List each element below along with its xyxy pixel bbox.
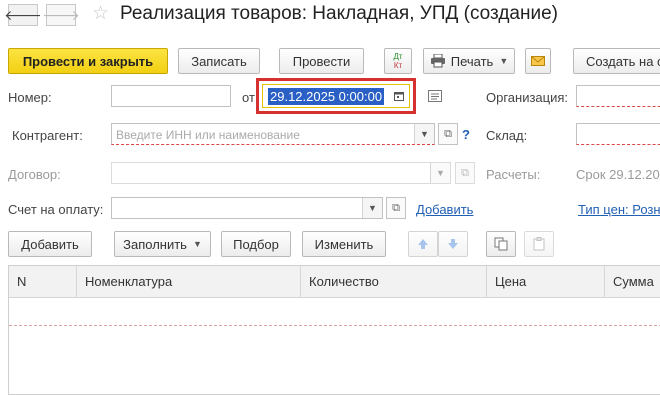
column-header-sum[interactable]: Сумма — [605, 266, 660, 298]
open-invoice-button[interactable]: ⧉ — [386, 197, 406, 219]
chevron-down-icon: ▼ — [192, 239, 202, 249]
paste-row-button[interactable] — [524, 231, 554, 257]
invoice-field[interactable]: ▼ — [111, 197, 383, 219]
contractor-field[interactable]: Введите ИНН или наименование ▼ — [111, 123, 435, 145]
open-contractor-button[interactable]: ⧉ — [438, 123, 458, 145]
move-up-button[interactable] — [408, 231, 438, 257]
post-label: Провести — [292, 53, 351, 69]
date-value: 29.12.2025 0:00:00 — [268, 88, 385, 105]
table-row[interactable] — [9, 325, 660, 326]
column-header-n[interactable]: N — [9, 266, 77, 298]
contractor-label: Контрагент: — [12, 128, 83, 143]
selection-button[interactable]: Подбор — [221, 231, 291, 257]
from-label: от — [242, 90, 255, 105]
organization-field[interactable] — [576, 85, 660, 107]
open-link-icon: ⧉ — [461, 166, 469, 179]
date-highlight: 29.12.2025 0:00:00 — [256, 78, 416, 114]
post-and-close-label: Провести и закрыть — [22, 53, 154, 69]
column-header-price[interactable]: Цена — [487, 266, 605, 298]
create-based-on-label: Создать на о — [586, 53, 660, 69]
organization-label: Организация: — [486, 90, 569, 105]
printer-icon — [430, 54, 445, 68]
forward-button[interactable]: 🡒 — [42, 4, 80, 26]
selection-label: Подбор — [233, 236, 279, 252]
number-field[interactable] — [111, 85, 231, 107]
settlements-value: Срок 29.12.20 — [576, 167, 660, 182]
change-label: Изменить — [314, 236, 374, 252]
post-button[interactable]: Провести — [279, 48, 364, 74]
number-label: Номер: — [8, 90, 52, 105]
dt-kt-icon-bottom: Кт — [393, 61, 403, 70]
page-title: Реализация товаров: Накладная, УПД (созд… — [120, 3, 558, 24]
save-label: Записать — [191, 53, 247, 69]
favorite-star-icon[interactable]: ☆ — [92, 2, 109, 25]
copy-icon — [494, 237, 508, 251]
arrow-down-icon — [448, 239, 458, 249]
open-link-icon: ⧉ — [444, 127, 452, 140]
paste-icon — [533, 237, 545, 251]
move-down-button[interactable] — [438, 231, 468, 257]
create-based-on-button[interactable]: Создать на о — [573, 48, 660, 74]
help-icon[interactable]: ? — [462, 127, 470, 142]
column-header-quantity[interactable]: Количество — [301, 266, 487, 298]
print-button[interactable]: Печать ▼ — [423, 48, 515, 74]
copy-row-button[interactable] — [486, 231, 516, 257]
contract-field[interactable]: ▼ — [111, 162, 451, 184]
post-and-close-button[interactable]: Провести и закрыть — [8, 48, 168, 74]
change-button[interactable]: Изменить — [302, 231, 386, 257]
warehouse-label: Склад: — [486, 128, 528, 143]
arrow-left-icon: 🡐 — [4, 6, 42, 23]
table-add-label: Добавить — [21, 236, 79, 252]
arrow-up-icon — [418, 239, 428, 249]
dt-kt-icon: Дт — [393, 52, 403, 61]
arrow-right-icon: 🡒 — [42, 6, 80, 23]
comment-icon[interactable] — [428, 90, 442, 105]
price-type-link[interactable]: Тип цен: Розн — [578, 202, 660, 217]
warehouse-field[interactable] — [576, 123, 660, 145]
back-button[interactable]: 🡐 — [4, 4, 42, 26]
invoice-add-link[interactable]: Добавить — [416, 202, 473, 217]
column-header-nomenclature[interactable]: Номенклатура — [77, 266, 301, 298]
fill-label: Заполнить — [123, 236, 187, 252]
email-button[interactable] — [525, 48, 551, 74]
contract-label: Договор: — [8, 167, 61, 182]
calendar-icon[interactable] — [391, 88, 407, 104]
save-button[interactable]: Записать — [178, 48, 260, 74]
envelope-icon — [531, 56, 545, 66]
chevron-down-icon: ▼ — [499, 56, 509, 66]
table-header: N Номенклатура Количество Цена Сумма — [9, 266, 660, 298]
invoice-label: Счет на оплату: — [8, 202, 104, 217]
fill-button[interactable]: Заполнить ▼ — [114, 231, 211, 257]
open-link-icon: ⧉ — [392, 201, 400, 214]
print-label: Печать — [450, 53, 494, 69]
date-field[interactable]: 29.12.2025 0:00:00 — [262, 84, 410, 108]
chevron-down-icon[interactable]: ▼ — [430, 163, 450, 183]
chevron-down-icon[interactable]: ▼ — [362, 198, 382, 218]
settlements-label: Расчеты: — [486, 167, 541, 182]
goods-table[interactable]: N Номенклатура Количество Цена Сумма — [8, 265, 660, 395]
dt-kt-button[interactable]: Дт Кт — [384, 48, 412, 74]
chevron-down-icon[interactable]: ▼ — [414, 124, 434, 144]
contractor-placeholder: Введите ИНН или наименование — [116, 128, 300, 142]
table-add-button[interactable]: Добавить — [8, 231, 92, 257]
open-contract-button[interactable]: ⧉ — [455, 162, 475, 184]
